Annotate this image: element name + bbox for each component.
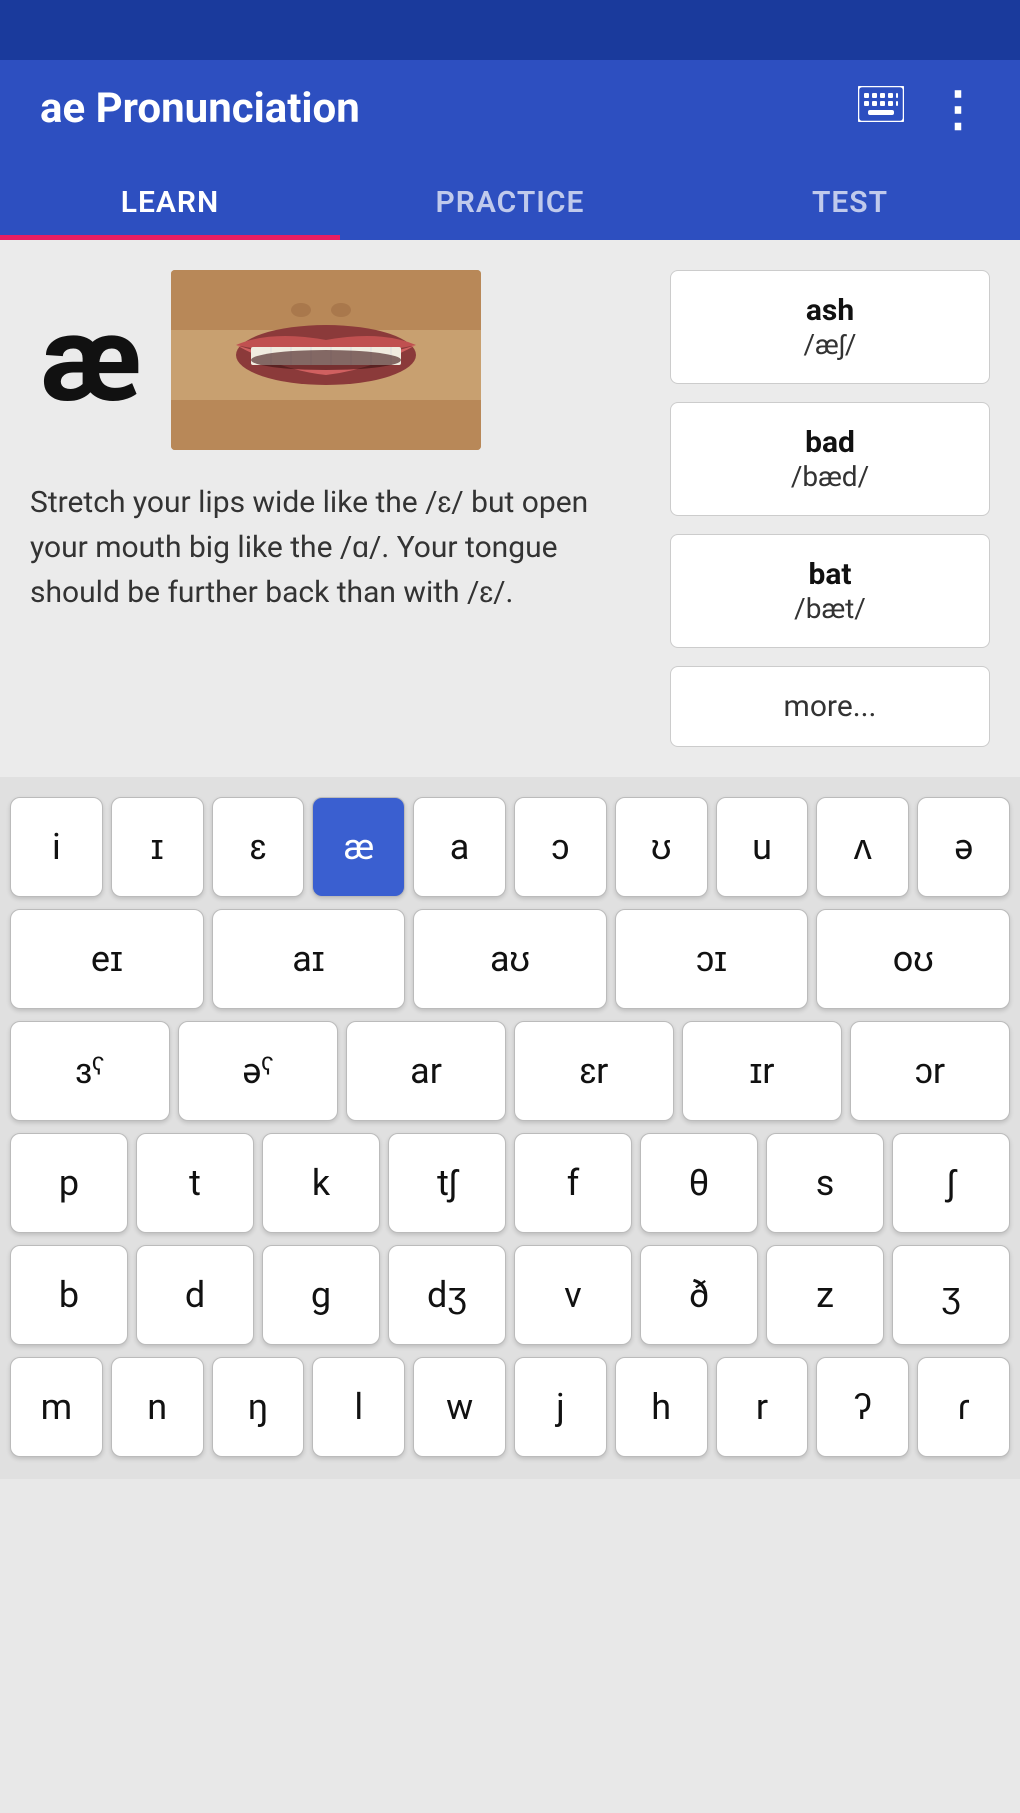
key-theta[interactable]: θ bbox=[640, 1133, 758, 1233]
status-bar bbox=[0, 0, 1020, 60]
key-schwa[interactable]: ə bbox=[917, 797, 1010, 897]
key-open-o[interactable]: ɔ bbox=[514, 797, 607, 897]
key-k[interactable]: k bbox=[262, 1133, 380, 1233]
ipa-bat: /bæt/ bbox=[691, 592, 969, 625]
keyboard-row-3: ɜˤ əˤ ar ɛr ɪr ɔr bbox=[10, 1021, 1010, 1121]
phoneme-symbol: æ bbox=[30, 290, 151, 430]
key-ae[interactable]: æ bbox=[312, 797, 405, 897]
key-n[interactable]: n bbox=[111, 1357, 204, 1457]
key-or[interactable]: ɔr bbox=[850, 1021, 1010, 1121]
key-ezh[interactable]: ʒ bbox=[892, 1245, 1010, 1345]
key-eng[interactable]: ŋ bbox=[212, 1357, 305, 1457]
key-b[interactable]: b bbox=[10, 1245, 128, 1345]
word-card-bad[interactable]: bad /bæd/ bbox=[670, 402, 990, 516]
mouth-image bbox=[171, 270, 481, 450]
key-i[interactable]: i bbox=[10, 797, 103, 897]
key-p[interactable]: p bbox=[10, 1133, 128, 1233]
keyboard-row-2: eɪ aɪ aʊ ɔɪ oʊ bbox=[10, 909, 1010, 1009]
key-au[interactable]: aʊ bbox=[413, 909, 607, 1009]
key-wedge[interactable]: ʌ bbox=[816, 797, 909, 897]
key-ai[interactable]: aɪ bbox=[212, 909, 406, 1009]
key-epsilon[interactable]: ɛ bbox=[212, 797, 305, 897]
ipa-ash: /æʃ/ bbox=[691, 328, 969, 361]
key-glottal-stop[interactable]: ʔ bbox=[816, 1357, 909, 1457]
key-s[interactable]: s bbox=[766, 1133, 884, 1233]
left-section: æ bbox=[30, 270, 670, 747]
word-bat: bat bbox=[691, 557, 969, 592]
keyboard-row-4: p t k tʃ f θ s ʃ bbox=[10, 1133, 1010, 1233]
key-er-stressed[interactable]: ɜˤ bbox=[10, 1021, 170, 1121]
tab-test[interactable]: TEST bbox=[680, 157, 1020, 240]
keyboard-row-5: b d g dʒ v ð z ʒ bbox=[10, 1245, 1010, 1345]
tabs-bar: LEARN PRACTICE TEST bbox=[0, 157, 1020, 240]
key-t[interactable]: t bbox=[136, 1133, 254, 1233]
keyboard-row-6: m n ŋ l w j h r ʔ ɾ bbox=[10, 1357, 1010, 1457]
tab-learn[interactable]: LEARN bbox=[0, 157, 340, 240]
key-r[interactable]: r bbox=[716, 1357, 809, 1457]
key-oi[interactable]: ɔɪ bbox=[615, 909, 809, 1009]
key-u[interactable]: u bbox=[716, 797, 809, 897]
key-v[interactable]: v bbox=[514, 1245, 632, 1345]
key-z[interactable]: z bbox=[766, 1245, 884, 1345]
key-dzh[interactable]: dʒ bbox=[388, 1245, 506, 1345]
key-f[interactable]: f bbox=[514, 1133, 632, 1233]
key-small-i[interactable]: ɪ bbox=[111, 797, 204, 897]
key-er-unstressed[interactable]: əˤ bbox=[178, 1021, 338, 1121]
word-card-bat[interactable]: bat /bæt/ bbox=[670, 534, 990, 648]
keyboard-icon[interactable] bbox=[858, 86, 904, 131]
key-er[interactable]: ɛr bbox=[514, 1021, 674, 1121]
word-ash: ash bbox=[691, 293, 969, 328]
key-ir[interactable]: ɪr bbox=[682, 1021, 842, 1121]
app-title: ae Pronunciation bbox=[40, 84, 360, 133]
word-card-ash[interactable]: ash /æʃ/ bbox=[670, 270, 990, 384]
key-m[interactable]: m bbox=[10, 1357, 103, 1457]
key-eth[interactable]: ð bbox=[640, 1245, 758, 1345]
key-flap[interactable]: ɾ bbox=[917, 1357, 1010, 1457]
key-l[interactable]: l bbox=[312, 1357, 405, 1457]
key-j[interactable]: j bbox=[514, 1357, 607, 1457]
word-bad: bad bbox=[691, 425, 969, 460]
right-section: ash /æʃ/ bad /bæd/ bat /bæt/ more... bbox=[670, 270, 990, 747]
app-bar-actions: ⋮ bbox=[858, 80, 980, 137]
tab-practice[interactable]: PRACTICE bbox=[340, 157, 680, 240]
more-options-icon[interactable]: ⋮ bbox=[934, 80, 980, 137]
app-bar: ae Pronunciation ⋮ bbox=[0, 60, 1020, 157]
key-esh[interactable]: ʃ bbox=[892, 1133, 1010, 1233]
phoneme-display: æ bbox=[30, 270, 650, 450]
key-w[interactable]: w bbox=[413, 1357, 506, 1457]
key-upsilon[interactable]: ʊ bbox=[615, 797, 708, 897]
key-tsh[interactable]: tʃ bbox=[388, 1133, 506, 1233]
key-g[interactable]: g bbox=[262, 1245, 380, 1345]
key-ar[interactable]: ar bbox=[346, 1021, 506, 1121]
key-h[interactable]: h bbox=[615, 1357, 708, 1457]
ipa-keyboard: i ɪ ɛ æ a ɔ ʊ u ʌ ə eɪ aɪ aʊ ɔɪ oʊ ɜˤ əˤ… bbox=[0, 777, 1020, 1479]
keyboard-row-1: i ɪ ɛ æ a ɔ ʊ u ʌ ə bbox=[10, 797, 1010, 897]
key-a[interactable]: a bbox=[413, 797, 506, 897]
more-button[interactable]: more... bbox=[670, 666, 990, 747]
key-ei[interactable]: eɪ bbox=[10, 909, 204, 1009]
key-ou[interactable]: oʊ bbox=[816, 909, 1010, 1009]
key-d[interactable]: d bbox=[136, 1245, 254, 1345]
phoneme-description: Stretch your lips wide like the /ɛ/ but … bbox=[30, 480, 650, 615]
ipa-bad: /bæd/ bbox=[691, 460, 969, 493]
main-content: æ bbox=[0, 240, 1020, 777]
